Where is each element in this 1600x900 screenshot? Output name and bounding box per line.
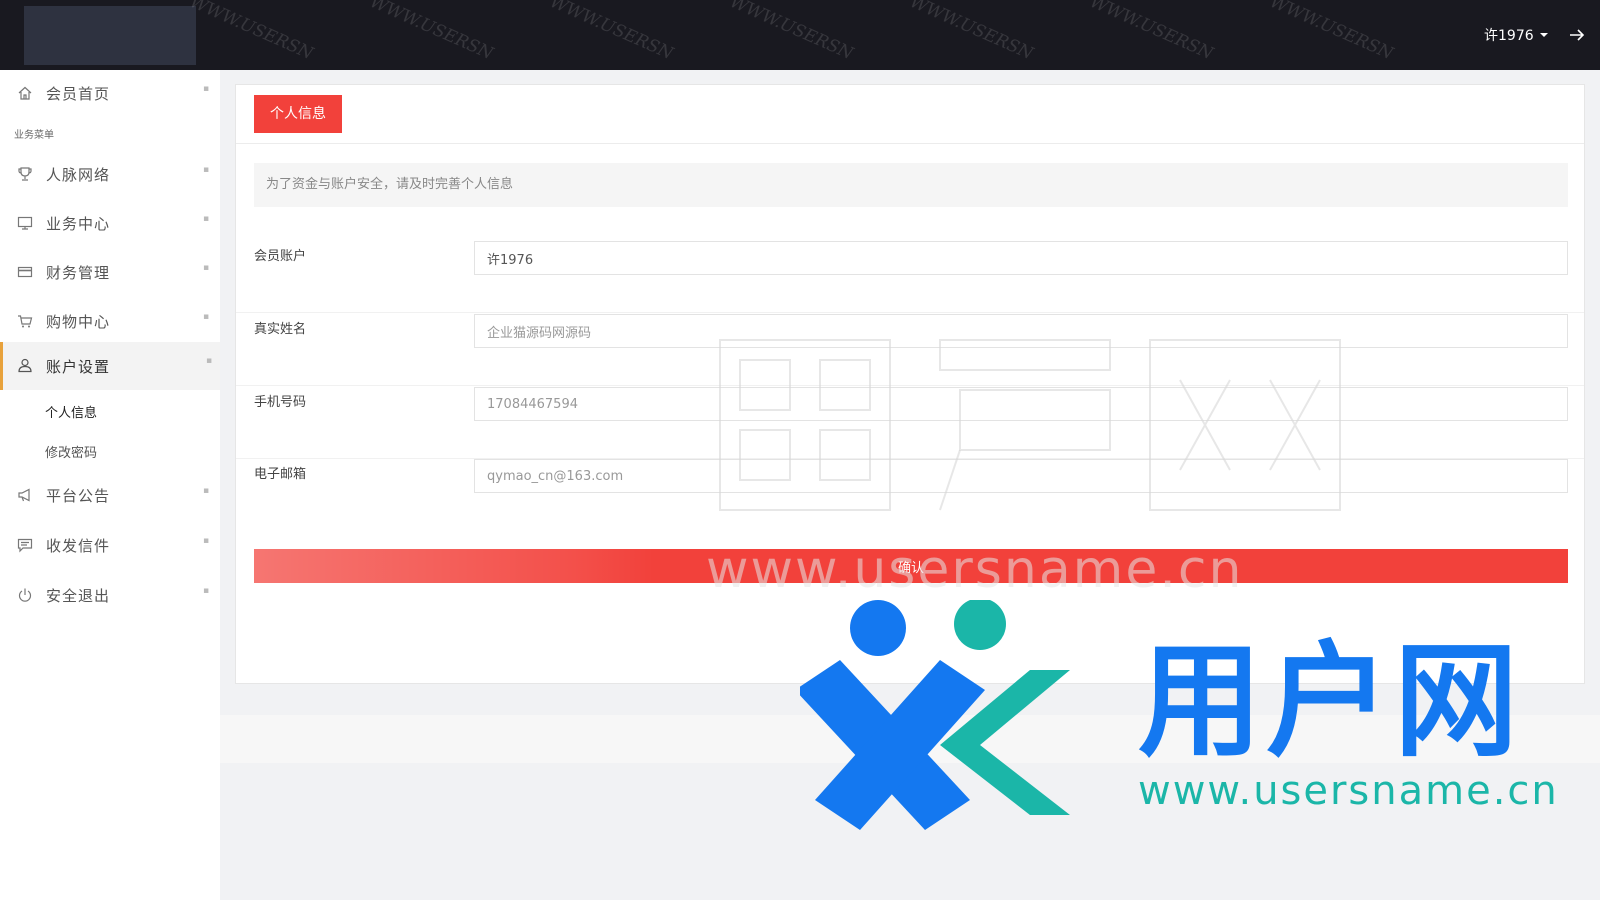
watermark-brand-url: www.usersname.cn	[1138, 768, 1559, 814]
sidebar-item-account[interactable]: 账户设置 ▪	[0, 342, 220, 390]
sidebar-item-messages[interactable]: 收发信件 ▪	[0, 522, 220, 568]
email-input[interactable]	[474, 459, 1568, 493]
power-icon	[16, 586, 34, 604]
sidebar-item-announcements[interactable]: 平台公告 ▪	[0, 472, 220, 518]
divider	[236, 143, 1584, 144]
chevron-icon: ▪	[203, 263, 210, 273]
megaphone-icon	[16, 486, 34, 504]
button-highlight	[254, 549, 654, 583]
sidebar-item-finance[interactable]: 财务管理 ▪	[0, 249, 220, 295]
arrow-right-icon[interactable]	[1566, 24, 1588, 46]
sidebar-item-home[interactable]: 会员首页 ▪	[0, 70, 220, 116]
profile-panel: 个人信息 为了资金与账户安全，请及时完善个人信息 会员账户 真实姓名 手机号码 …	[235, 84, 1585, 684]
watermark-text: WWW.USERSN	[546, 0, 676, 65]
sidebar-subitem-password[interactable]: 修改密码	[45, 442, 97, 461]
field-label: 手机号码	[254, 395, 307, 410]
footer	[220, 715, 1600, 763]
username: 许1976	[1484, 28, 1534, 44]
field-label: 会员账户	[254, 249, 307, 264]
watermark-text: WWW.USERSN	[1266, 0, 1396, 65]
cart-icon	[16, 312, 34, 330]
caret-down-icon	[1539, 33, 1548, 37]
confirm-button-label: 确认	[897, 560, 924, 576]
chevron-icon: ▪	[203, 165, 210, 175]
sidebar-item-label: 人脉网络	[46, 165, 111, 184]
watermark-text: WWW.USERSN	[1086, 0, 1216, 65]
sidebar-item-business[interactable]: 业务中心 ▪	[0, 200, 220, 246]
form-row-account: 会员账户	[236, 241, 1584, 313]
sidebar-item-label: 账户设置	[46, 357, 111, 376]
monitor-icon	[16, 214, 34, 232]
sidebar-item-label: 业务中心	[46, 214, 111, 233]
form-row-email: 电子邮箱	[236, 459, 1584, 531]
user-menu[interactable]: 许1976	[1484, 24, 1548, 46]
watermark-text: WWW.USERSN	[726, 0, 856, 65]
watermark-text: WWW.USERSN	[186, 0, 316, 65]
sidebar-item-label: 购物中心	[46, 312, 111, 331]
sidebar-item-logout[interactable]: 安全退出 ▪	[0, 572, 220, 618]
trophy-icon	[16, 165, 34, 183]
real-name-input[interactable]	[474, 314, 1568, 348]
sidebar-item-label: 平台公告	[46, 486, 111, 505]
watermark-text: WWW.USERSN	[366, 0, 496, 65]
form-row-phone: 手机号码	[236, 387, 1584, 459]
phone-input[interactable]	[474, 387, 1568, 421]
confirm-button[interactable]: 确认	[254, 549, 1568, 583]
chevron-icon: ▪	[206, 356, 213, 366]
home-icon	[16, 84, 34, 102]
sidebar-item-shopping[interactable]: 购物中心 ▪	[0, 298, 220, 344]
sidebar-item-network[interactable]: 人脉网络 ▪	[0, 151, 220, 197]
chevron-icon: ▪	[203, 84, 210, 94]
sidebar-subitem-profile[interactable]: 个人信息	[45, 402, 97, 421]
tab-profile[interactable]: 个人信息	[254, 95, 342, 133]
notice-banner: 为了资金与账户安全，请及时完善个人信息	[254, 163, 1568, 207]
chevron-icon: ▪	[203, 214, 210, 224]
chevron-icon: ▪	[203, 486, 210, 496]
chevron-icon: ▪	[203, 312, 210, 322]
field-label: 电子邮箱	[254, 467, 307, 482]
sidebar-item-label: 会员首页	[46, 84, 111, 103]
chevron-icon: ▪	[203, 586, 210, 596]
sidebar-item-label: 财务管理	[46, 263, 111, 282]
field-label: 真实姓名	[254, 322, 307, 337]
sidebar: 会员首页 ▪ 业务菜单 人脉网络 ▪ 业务中心 ▪ 财务管理 ▪ 购物中心 ▪	[0, 70, 220, 900]
card-icon	[16, 263, 34, 281]
sidebar-item-label: 安全退出	[46, 586, 111, 605]
logo[interactable]	[24, 6, 196, 65]
member-account-input[interactable]	[474, 241, 1568, 275]
message-icon	[16, 536, 34, 554]
sidebar-item-label: 收发信件	[46, 536, 111, 555]
chevron-icon: ▪	[203, 536, 210, 546]
top-bar: WWW.USERSN WWW.USERSN WWW.USERSN WWW.USE…	[0, 0, 1600, 70]
watermark-text: WWW.USERSN	[906, 0, 1036, 65]
user-icon	[16, 356, 34, 374]
form-row-realname: 真实姓名	[236, 314, 1584, 386]
section-label: 业务菜单	[14, 130, 54, 141]
